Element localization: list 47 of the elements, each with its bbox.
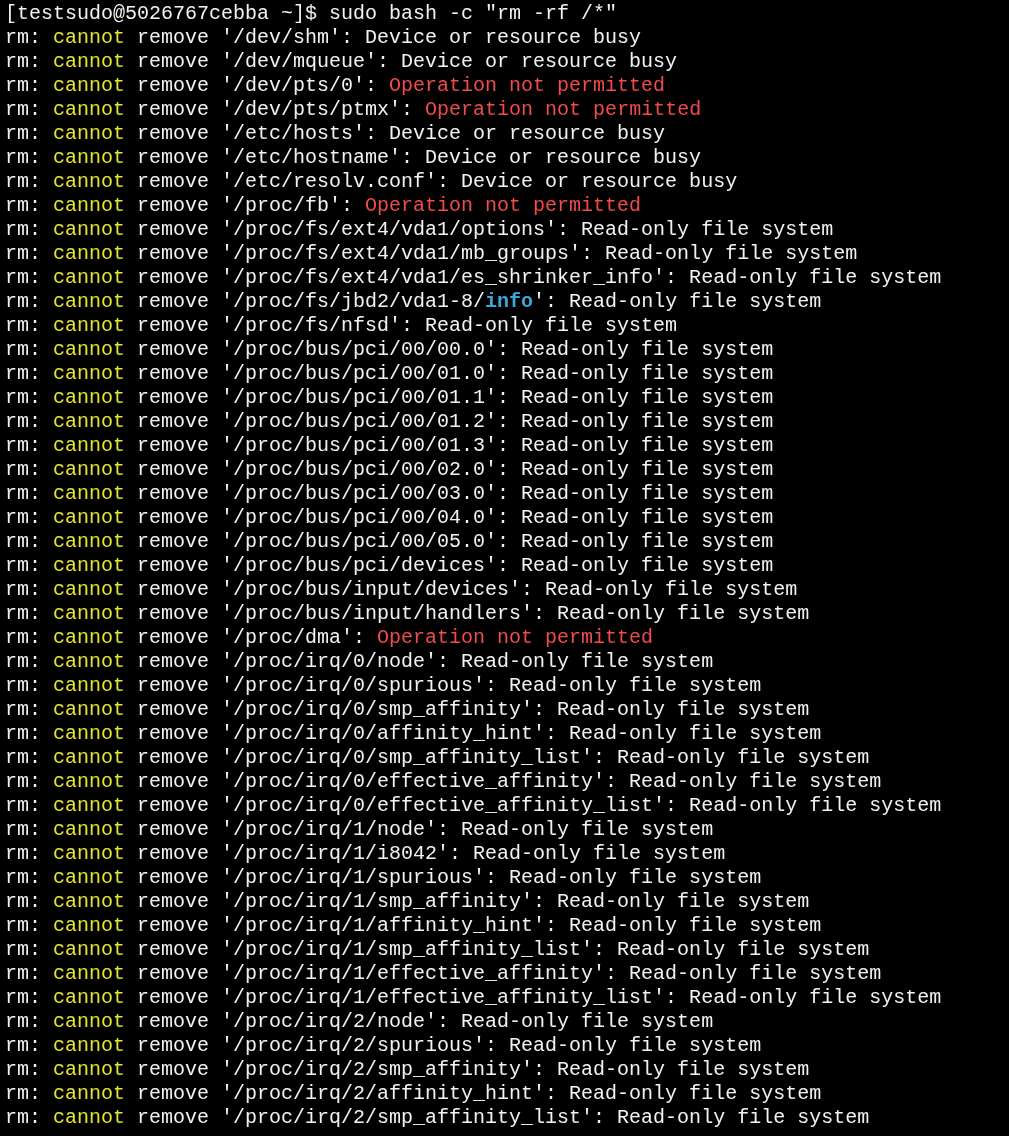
output-line: rm: cannot remove '/proc/irq/1/i8042': Read-only file system [5, 842, 726, 866]
output-line: rm: cannot remove '/proc/fs/nfsd': Read-only file system [5, 314, 678, 338]
output-line: rm: cannot remove '/proc/irq/2/smp_affinity_list': Read-only file system [5, 1106, 870, 1130]
output-line: rm: cannot remove '/proc/irq/2/node': Read-only file system [5, 1010, 714, 1034]
output-line: rm: cannot remove '/dev/mqueue': Device or resource busy [5, 50, 678, 74]
output-line: rm: cannot remove '/proc/bus/input/devices': Read-only file system [5, 578, 798, 602]
output-line: rm: cannot remove '/proc/bus/pci/00/01.1': Read-only file system [5, 386, 774, 410]
output-line: rm: cannot remove '/proc/irq/0/node': Read-only file system [5, 650, 714, 674]
output-line: rm: cannot remove '/proc/bus/pci/00/05.0': Read-only file system [5, 530, 774, 554]
output-line: rm: cannot remove '/proc/bus/pci/devices': Read-only file system [5, 554, 774, 578]
output-line: rm: cannot remove '/etc/resolv.conf': Device or resource busy [5, 170, 738, 194]
output-line: rm: cannot remove '/etc/hostname': Device or resource busy [5, 146, 702, 170]
output-line: rm: cannot remove '/proc/bus/pci/00/01.2': Read-only file system [5, 410, 774, 434]
output-line: rm: cannot remove '/proc/irq/0/spurious': Read-only file system [5, 674, 762, 698]
output-line: rm: cannot remove '/proc/fs/ext4/vda1/mb_groups': Read-only file system [5, 242, 858, 266]
output-line: rm: cannot remove '/proc/bus/pci/00/00.0': Read-only file system [5, 338, 774, 362]
output-line: rm: cannot remove '/proc/irq/1/affinity_hint': Read-only file system [5, 914, 822, 938]
output-line: rm: cannot remove '/proc/bus/pci/00/01.3': Read-only file system [5, 434, 774, 458]
output-line: rm: cannot remove '/dev/pts/0': Operation not permitted [5, 74, 666, 98]
output-line: rm: cannot remove '/proc/fs/jbd2/vda1-8/info': Read-only file system [5, 290, 822, 314]
output-line: rm: cannot remove '/proc/fs/ext4/vda1/es_shrinker_info': Read-only file system [5, 266, 942, 290]
output-line: rm: cannot remove '/proc/irq/0/affinity_hint': Read-only file system [5, 722, 822, 746]
output-line: rm: cannot remove '/proc/irq/0/effective_affinity': Read-only file system [5, 770, 882, 794]
output-line: rm: cannot remove '/proc/irq/1/spurious': Read-only file system [5, 866, 762, 890]
output-line: rm: cannot remove '/proc/irq/2/smp_affinity': Read-only file system [5, 1058, 810, 1082]
output-line: rm: cannot remove '/proc/bus/input/handlers': Read-only file system [5, 602, 810, 626]
output-line: rm: cannot remove '/proc/irq/1/smp_affinity_list': Read-only file system [5, 938, 870, 962]
output-line: rm: cannot remove '/proc/irq/1/effective_affinity': Read-only file system [5, 962, 882, 986]
output-line: rm: cannot remove '/proc/irq/1/node': Read-only file system [5, 818, 714, 842]
output-line: rm: cannot remove '/proc/irq/2/affinity_hint': Read-only file system [5, 1082, 822, 1106]
output-line: rm: cannot remove '/proc/dma': Operation not permitted [5, 626, 654, 650]
output-line: rm: cannot remove '/proc/irq/0/smp_affinity': Read-only file system [5, 698, 810, 722]
output-line: rm: cannot remove '/dev/shm': Device or resource busy [5, 26, 642, 50]
output-line: rm: cannot remove '/proc/bus/pci/00/04.0': Read-only file system [5, 506, 774, 530]
output-line: rm: cannot remove '/proc/fb': Operation not permitted [5, 194, 642, 218]
output-line: rm: cannot remove '/proc/bus/pci/00/02.0': Read-only file system [5, 458, 774, 482]
output-line: rm: cannot remove '/proc/fs/ext4/vda1/options': Read-only file system [5, 218, 834, 242]
command-line: [testsudo@5026767cebba ~]$ sudo bash -c "rm -rf /*" [5, 2, 618, 26]
output-line: rm: cannot remove '/proc/bus/pci/00/03.0': Read-only file system [5, 482, 774, 506]
output-line: rm: cannot remove '/proc/bus/pci/00/01.0': Read-only file system [5, 362, 774, 386]
output-line: rm: cannot remove '/dev/pts/ptmx': Operation not permitted [5, 98, 702, 122]
output-line: rm: cannot remove '/proc/irq/0/smp_affinity_list': Read-only file system [5, 746, 870, 770]
output-line: rm: cannot remove '/proc/irq/1/smp_affinity': Read-only file system [5, 890, 810, 914]
output-line: rm: cannot remove '/proc/irq/1/effective_affinity_list': Read-only file system [5, 986, 942, 1010]
output-line: rm: cannot remove '/proc/irq/0/effective_affinity_list': Read-only file system [5, 794, 942, 818]
output-line: rm: cannot remove '/etc/hosts': Device or resource busy [5, 122, 666, 146]
output-line: rm: cannot remove '/proc/irq/2/spurious': Read-only file system [5, 1034, 762, 1058]
